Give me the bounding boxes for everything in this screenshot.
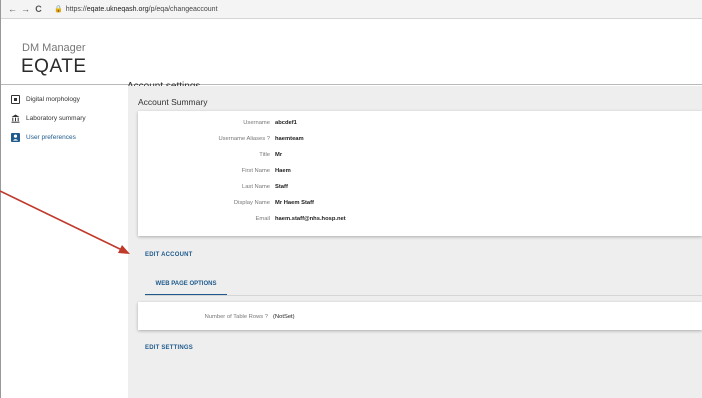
main-content: Account Summary Username abcdef1 Usernam…	[128, 86, 702, 398]
field-label: Username	[243, 120, 270, 126]
app-header: DM Manager EQATE Account settings	[0, 19, 702, 92]
field-row-first-name: First Name Haem	[138, 165, 702, 177]
reload-icon[interactable]: C	[32, 4, 45, 14]
edit-account-button[interactable]: EDIT ACCOUNT	[145, 252, 193, 258]
bank-icon	[11, 114, 20, 123]
lock-icon: 🔒	[54, 6, 63, 13]
field-value: abcdef1	[275, 120, 297, 126]
tab-label: WEB PAGE OPTIONS	[155, 281, 217, 287]
field-row-table-rows: Number of Table Rows ? (NotSet)	[138, 311, 702, 323]
sidebar-item-laboratory-summary[interactable]: Laboratory summary	[11, 114, 86, 123]
field-label: Username Aliases ?	[218, 136, 270, 142]
field-value: haem.staff@nhs.hosp.net	[275, 216, 346, 222]
url-path: /p/eqa/changeaccount	[148, 5, 218, 13]
field-value: Staff	[275, 184, 288, 190]
sidebar-item-digital-morphology[interactable]: Digital morphology	[11, 95, 80, 104]
field-label: Last Name	[241, 184, 270, 190]
url-prefix: https://	[65, 5, 87, 13]
url-host: eqate.ukneqash.org	[86, 5, 149, 13]
person-icon	[11, 133, 20, 142]
forward-icon[interactable]: →	[19, 4, 32, 14]
sidebar-item-label: Digital morphology	[26, 96, 80, 103]
field-value: Mr	[275, 152, 283, 158]
browser-toolbar: ← → C 🔒 https://eqate.ukneqash.org/p/eqa…	[0, 0, 702, 19]
sidebar-item-label: User preferences	[26, 134, 76, 141]
address-bar[interactable]: https://eqate.ukneqash.org/p/eqa/changea…	[66, 6, 218, 13]
field-row-title: Title Mr	[138, 149, 702, 161]
field-row-email: Email haem.staff@nhs.hosp.net	[138, 213, 702, 225]
account-summary-card: Username abcdef1 Username Aliases ? haem…	[138, 111, 702, 236]
back-icon[interactable]: ←	[6, 4, 19, 14]
field-label: Display Name	[233, 200, 270, 206]
field-row-last-name: Last Name Staff	[138, 181, 702, 193]
sidebar-item-label: Laboratory summary	[26, 115, 86, 122]
edit-settings-button[interactable]: EDIT SETTINGS	[145, 345, 193, 351]
app-logo[interactable]: EQATE	[21, 56, 87, 78]
divider	[145, 295, 702, 296]
square-dot-icon	[11, 95, 20, 104]
field-row-username-aliases: Username Aliases ? haemteam	[138, 133, 702, 145]
field-label: First Name	[241, 168, 270, 174]
section-title-account-summary: Account Summary	[138, 97, 208, 107]
web-page-options-card: Number of Table Rows ? (NotSet)	[138, 302, 702, 330]
field-value: Mr Haem Staff	[275, 200, 314, 206]
tab-strip: WEB PAGE OPTIONS	[145, 272, 702, 296]
field-label: Number of Table Rows ?	[204, 314, 268, 320]
sidebar-item-user-preferences[interactable]: User preferences	[11, 133, 76, 142]
field-row-display-name: Display Name Mr Haem Staff	[138, 197, 702, 209]
divider	[0, 0, 1, 398]
field-value: Haem	[275, 168, 291, 174]
field-label: Email	[255, 216, 271, 222]
field-value: (NotSet)	[273, 314, 295, 320]
tab-web-page-options[interactable]: WEB PAGE OPTIONS	[145, 272, 227, 296]
field-label: Title	[259, 152, 270, 158]
app-subtitle: DM Manager	[22, 42, 86, 54]
field-value: haemteam	[275, 136, 304, 142]
field-row-username: Username abcdef1	[138, 117, 702, 129]
sidebar: Digital morphology Laboratory summary Us…	[0, 86, 128, 398]
